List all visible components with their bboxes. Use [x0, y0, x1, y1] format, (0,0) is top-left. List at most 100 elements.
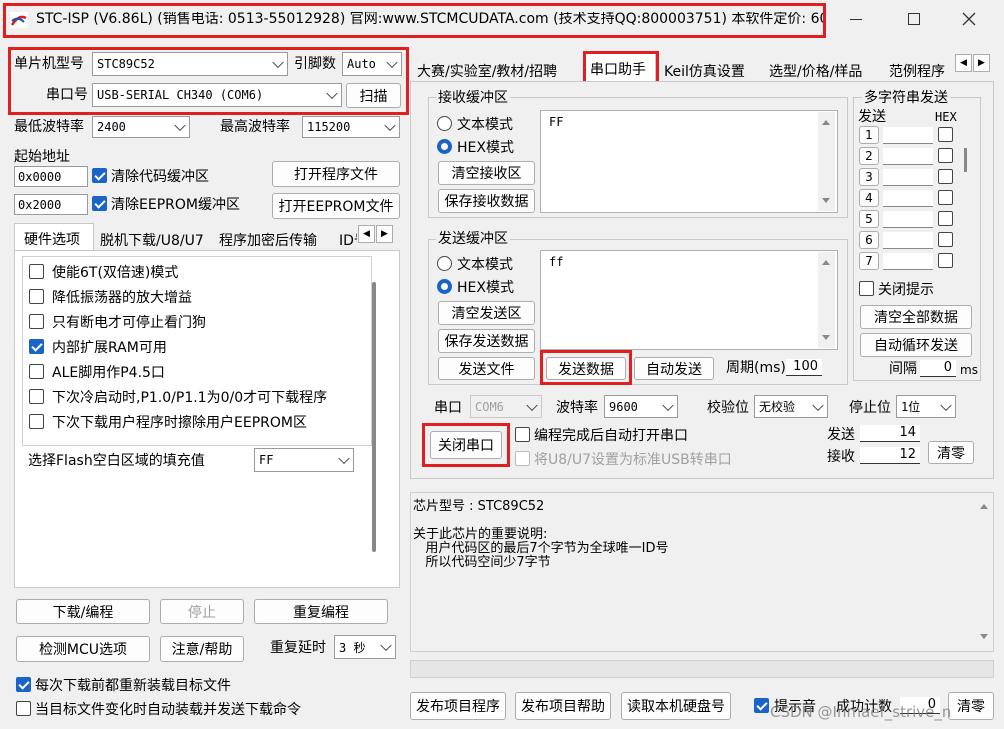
auto-send-checkbox[interactable] [16, 701, 31, 716]
send-file-button[interactable]: 发送文件 [438, 357, 535, 380]
baud-select[interactable]: 9600 [604, 395, 678, 418]
multi-send-row-hex-checkbox[interactable] [938, 253, 953, 268]
scroll-up-icon[interactable] [822, 260, 830, 265]
option-checkbox[interactable] [29, 389, 44, 404]
multi-send-row-input[interactable] [883, 211, 933, 228]
right-tab-scroll-right-icon[interactable]: ▶ [973, 54, 990, 72]
addr2-input[interactable]: 0x2000 [14, 194, 88, 215]
scroll-up-icon[interactable] [822, 120, 830, 125]
minimize-icon[interactable] [850, 19, 862, 20]
close-icon[interactable] [960, 10, 978, 28]
u8-checkbox[interactable] [515, 451, 530, 466]
save-send-button[interactable]: 保存发送数据 [438, 329, 535, 353]
send-buffer[interactable]: ff [540, 250, 838, 350]
tab-keil[interactable]: Keil仿真设置 [664, 61, 745, 81]
open-program-button[interactable]: 打开程序文件 [272, 161, 400, 187]
stop-button[interactable]: 停止 [160, 599, 244, 624]
send-text-mode-radio[interactable] [437, 256, 452, 271]
addr1-input[interactable]: 0x0000 [14, 166, 88, 187]
tab-encrypt[interactable]: 程序加密后传输 [219, 230, 317, 250]
multi-send-row-button[interactable]: 5 [859, 210, 879, 228]
multi-send-row-input[interactable] [883, 190, 933, 207]
read-disk-button[interactable]: 读取本机硬盘号 [621, 692, 731, 720]
clear-code-checkbox[interactable] [92, 168, 107, 183]
close-tip-checkbox[interactable] [859, 281, 874, 296]
multi-send-row-button[interactable]: 2 [859, 147, 879, 165]
auto-loop-button[interactable]: 自动循环发送 [860, 333, 972, 357]
option-checkbox[interactable] [29, 414, 44, 429]
option-checkbox[interactable] [29, 339, 44, 354]
pin-select[interactable]: Auto [342, 52, 402, 76]
clear-count-button[interactable]: 清零 [928, 441, 974, 464]
clear-eeprom-checkbox[interactable] [92, 196, 107, 211]
publish-program-button[interactable]: 发布项目程序 [410, 692, 506, 720]
reload-checkbox[interactable] [16, 677, 31, 692]
multi-send-row-input[interactable] [883, 232, 933, 249]
option-checkbox[interactable] [29, 264, 44, 279]
multi-send-row-hex-checkbox[interactable] [938, 232, 953, 247]
receive-hex-mode-radio[interactable] [437, 139, 452, 154]
port-select[interactable]: USB-SERIAL CH340 (COM6) [92, 83, 342, 107]
reprogram-button[interactable]: 重复编程 [254, 599, 388, 624]
receive-scrollbar[interactable] [818, 112, 835, 211]
right-tab-scroll-left-icon[interactable]: ◀ [955, 54, 972, 72]
close-port-button[interactable]: 关闭串口 [430, 431, 502, 459]
clear-success-button[interactable]: 清零 [948, 692, 994, 720]
multi-send-row-button[interactable]: 1 [859, 126, 879, 144]
tab-selection[interactable]: 选型/价格/样品 [769, 61, 862, 81]
scan-button[interactable]: 扫描 [346, 83, 401, 108]
parity-select[interactable]: 无校验 [754, 395, 828, 418]
multi-send-row-hex-checkbox[interactable] [938, 148, 953, 163]
multi-send-row-hex-checkbox[interactable] [938, 127, 953, 142]
tab-id[interactable]: ID号 [339, 230, 357, 250]
auto-send-button[interactable]: 自动发送 [634, 357, 714, 380]
help-button[interactable]: 注意/帮助 [160, 636, 244, 662]
multi-send-row-button[interactable]: 4 [859, 189, 879, 207]
info-scrollbar[interactable] [976, 494, 993, 650]
interval-input[interactable]: 0 [920, 360, 956, 377]
delay-select[interactable]: 3 秒 [334, 635, 396, 659]
tab-contest[interactable]: 大赛/实验室/教材/招聘 [417, 61, 557, 81]
flash-fill-select[interactable]: FF [254, 448, 354, 472]
mcu-select[interactable]: STC89C52 [92, 52, 288, 76]
send-scrollbar[interactable] [818, 252, 835, 348]
option-checkbox[interactable] [29, 314, 44, 329]
sound-checkbox[interactable] [754, 698, 769, 713]
multi-send-row-hex-checkbox[interactable] [938, 190, 953, 205]
multi-scrollbar[interactable] [960, 124, 972, 274]
maximize-icon[interactable] [908, 13, 920, 25]
open-eeprom-button[interactable]: 打开EEPROM文件 [272, 193, 400, 219]
scroll-down-icon[interactable] [980, 634, 988, 639]
multi-send-row-button[interactable]: 3 [859, 168, 879, 186]
multi-send-row-hex-checkbox[interactable] [938, 211, 953, 226]
max-baud-select[interactable]: 115200 [302, 116, 400, 138]
scroll-down-icon[interactable] [822, 335, 830, 340]
send-hex-mode-radio[interactable] [437, 279, 452, 294]
clear-send-button[interactable]: 清空发送区 [438, 301, 535, 325]
multi-send-row-button[interactable]: 6 [859, 231, 879, 249]
receive-text-mode-radio[interactable] [437, 116, 452, 131]
multi-scroll-thumb[interactable] [964, 148, 967, 172]
options-scrollbar[interactable] [372, 282, 376, 552]
multi-send-row-input[interactable] [883, 169, 933, 186]
receive-buffer[interactable]: FF [540, 110, 838, 213]
tab-scroll-left-icon[interactable]: ◀ [358, 225, 375, 243]
info-output[interactable] [410, 492, 994, 652]
option-checkbox[interactable] [29, 364, 44, 379]
option-checkbox[interactable] [29, 289, 44, 304]
publish-help-button[interactable]: 发布项目帮助 [515, 692, 611, 720]
multi-send-row-input[interactable] [883, 148, 933, 165]
multi-send-row-hex-checkbox[interactable] [938, 169, 953, 184]
auto-open-checkbox[interactable] [515, 427, 530, 442]
tab-examples[interactable]: 范例程序 [889, 61, 953, 81]
download-button[interactable]: 下载/编程 [16, 599, 150, 624]
send-data-button[interactable]: 发送数据 [546, 357, 626, 380]
port-settings-select[interactable]: COM6 [470, 395, 542, 418]
detect-mcu-button[interactable]: 检测MCU选项 [16, 636, 150, 662]
tab-scroll-right-icon[interactable]: ▶ [376, 225, 393, 243]
period-input[interactable]: 100 [786, 359, 822, 376]
save-receive-button[interactable]: 保存接收数据 [438, 189, 535, 213]
clear-receive-button[interactable]: 清空接收区 [438, 161, 535, 185]
multi-send-row-input[interactable] [883, 253, 933, 270]
multi-send-row-input[interactable] [883, 127, 933, 144]
